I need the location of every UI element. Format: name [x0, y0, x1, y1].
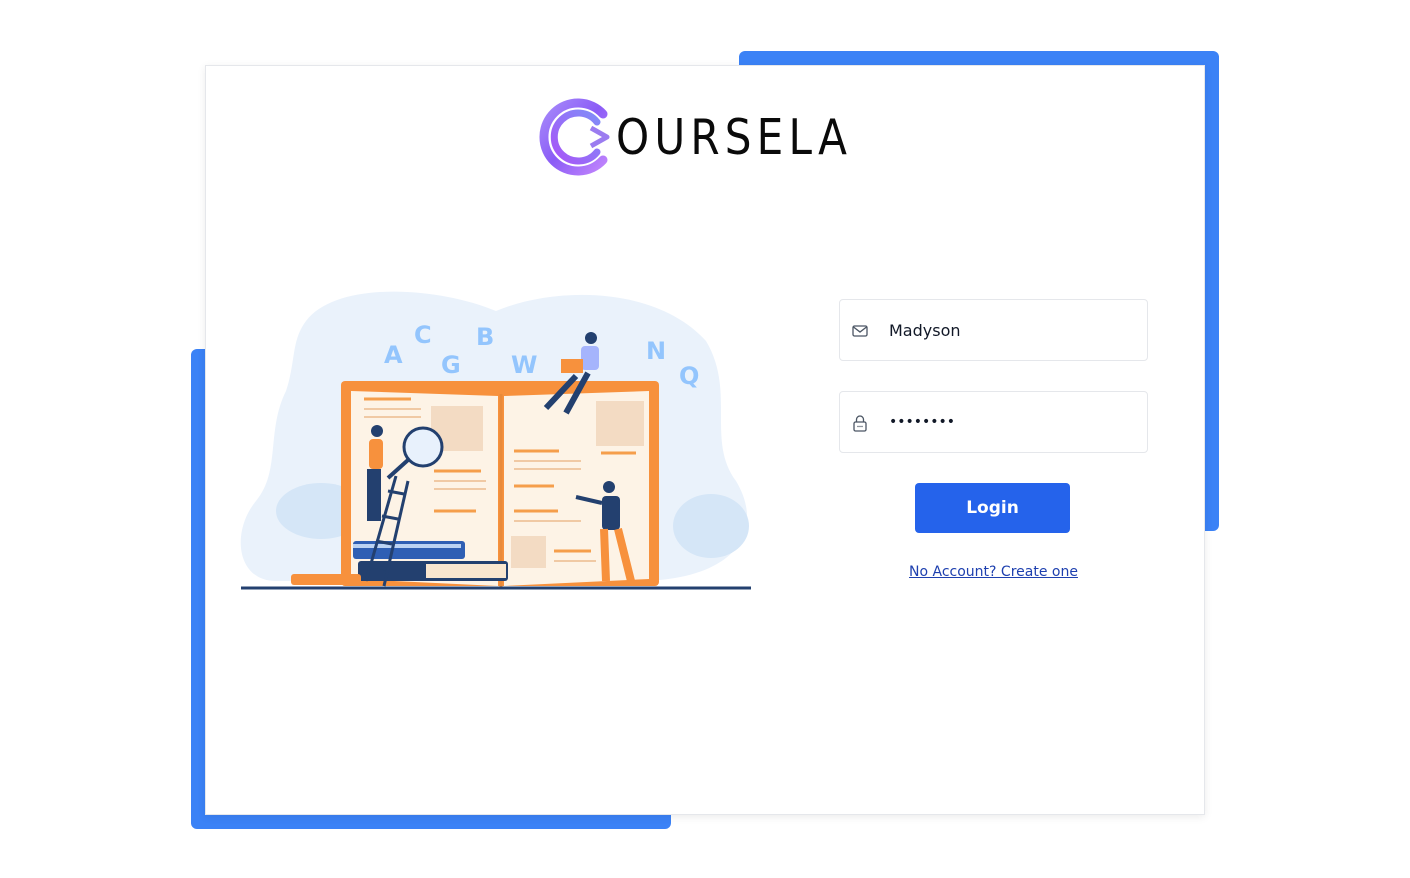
- floating-letter: B: [476, 323, 494, 351]
- login-form: Login No Account? Create one: [839, 299, 1148, 580]
- floating-letter: A: [384, 341, 403, 369]
- floating-letter: N: [646, 337, 666, 365]
- brand-name: OURSELA: [616, 108, 853, 166]
- coursela-c-logo-icon: [539, 98, 610, 176]
- email-input[interactable]: [840, 300, 1147, 360]
- password-field: [839, 391, 1148, 453]
- mail-icon: [852, 325, 868, 337]
- password-input[interactable]: [840, 392, 1147, 452]
- login-button[interactable]: Login: [915, 483, 1070, 533]
- login-card: OURSELA A C G B W N Q Madyson Login No A…: [205, 65, 1205, 815]
- brand-logo: OURSELA: [531, 94, 881, 180]
- floating-letter: G: [441, 351, 461, 379]
- floating-letter: Q: [679, 362, 699, 390]
- lock-icon: [853, 415, 867, 432]
- create-account-link[interactable]: No Account? Create one: [839, 564, 1148, 580]
- email-field: [839, 299, 1148, 361]
- reading-book-illustration-icon: A C G B W N Q: [240, 291, 751, 590]
- floating-letter: C: [414, 321, 432, 349]
- floating-letter: W: [511, 351, 537, 379]
